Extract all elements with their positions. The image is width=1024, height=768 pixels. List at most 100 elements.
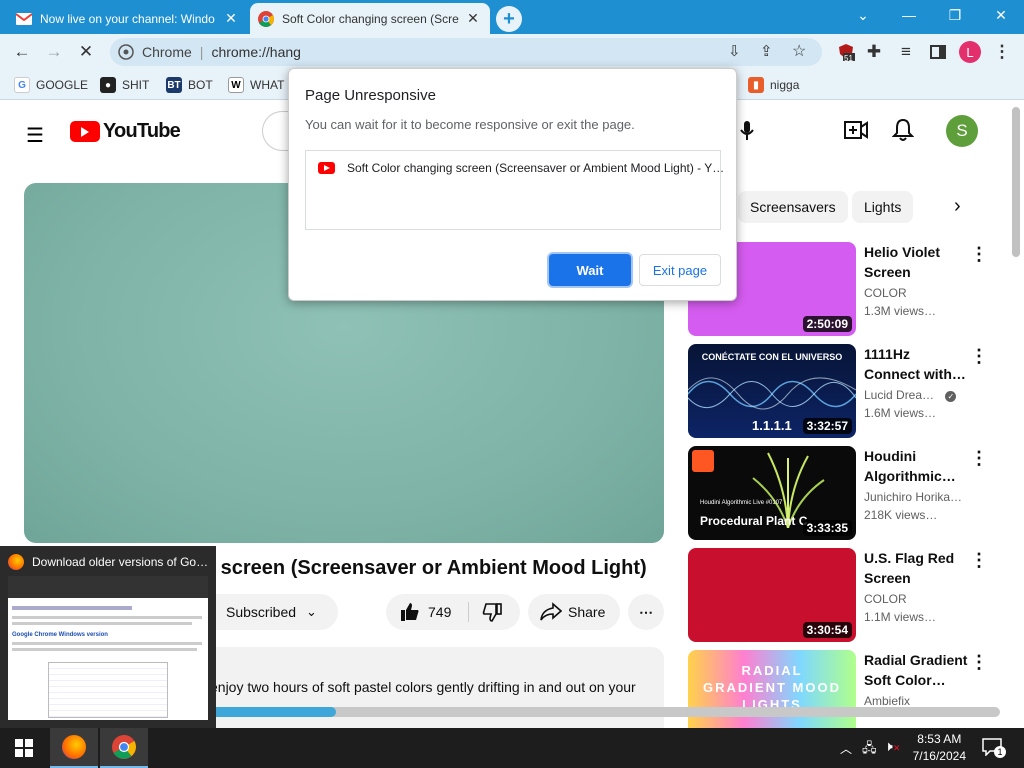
extension-badge: 51: [844, 54, 853, 63]
page-scrollbar[interactable]: [1012, 107, 1020, 257]
subscribed-button[interactable]: Subscribed ⌄: [196, 594, 338, 630]
forward-button[interactable]: →: [42, 40, 66, 64]
dialog-subtitle: You can wait for it to become responsive…: [305, 117, 635, 132]
tab-search-icon[interactable]: ⌄: [840, 0, 886, 30]
install-icon[interactable]: ⇩: [728, 42, 741, 60]
chrome-icon: [112, 735, 136, 759]
taskbar-firefox[interactable]: [50, 728, 98, 768]
windows-start-icon[interactable]: [0, 728, 48, 768]
firefox-icon: [62, 735, 86, 759]
more-actions-button[interactable]: ⋯: [628, 594, 664, 630]
view-count: 1.6M views…: [864, 406, 937, 420]
extensions-puzzle-icon[interactable]: ✚: [862, 40, 886, 64]
back-button[interactable]: ←: [10, 40, 34, 64]
reload-stop-button[interactable]: ✕: [74, 40, 98, 64]
channel-name: Lucid Drea… ✓: [864, 388, 957, 402]
dialog-title: Page Unresponsive: [305, 87, 436, 104]
extension-shield-icon[interactable]: 51: [834, 40, 858, 64]
hamburger-menu-icon[interactable]: ☰: [26, 123, 46, 148]
close-window-button[interactable]: ✕: [978, 0, 1024, 30]
notifications-bell-icon[interactable]: [891, 118, 915, 147]
youtube-logo[interactable]: YouTube: [70, 120, 181, 143]
duration-badge: 3:30:54: [802, 622, 852, 638]
share-button[interactable]: Share: [528, 594, 620, 630]
side-panel-icon[interactable]: [926, 40, 950, 64]
address-bar[interactable]: Chrome | chrome://hang ⇩ ⇪ ☆: [110, 38, 822, 66]
recommendation-card[interactable]: Houdini Algorithmic Live #0107 Procedura…: [688, 446, 1008, 540]
page-unresponsive-dialog: Page Unresponsive You can wait for it to…: [288, 68, 737, 301]
recommendation-card[interactable]: 3:30:54 U.S. Flag Red Screen COLOR 1.1M v…: [688, 548, 1008, 642]
taskbar-thumbnail-preview[interactable]: Download older versions of Go… Google Ch…: [0, 546, 216, 728]
bookmark-star-icon[interactable]: ☆: [792, 41, 806, 61]
more-actions-icon[interactable]: ⋮: [970, 244, 988, 265]
video-title: Houdini Algorithmic…: [864, 448, 956, 484]
profile-initial: L: [959, 41, 981, 63]
create-video-icon[interactable]: [844, 119, 868, 146]
bookmark-site-icon: ●: [100, 77, 116, 93]
youtube-play-icon: [318, 162, 335, 174]
close-tab-icon[interactable]: ✕: [222, 10, 240, 28]
thumbs-up-icon[interactable]: [400, 602, 420, 625]
bookmark-label: SHIT: [122, 78, 150, 92]
exit-page-button[interactable]: Exit page: [639, 254, 721, 286]
share-icon[interactable]: ⇪: [760, 42, 773, 60]
system-clock[interactable]: 8:53 AM 7/16/2024: [913, 731, 966, 765]
bookmark-google[interactable]: G GOOGLE: [14, 77, 88, 93]
houdini-logo-icon: [692, 450, 714, 472]
volume-muted-icon[interactable]: 🕨✕: [884, 738, 900, 755]
network-icon[interactable]: 🖧: [862, 739, 877, 761]
thumb-number: 1.1.1.1: [752, 418, 792, 433]
video-thumbnail: CONÉCTATE CON EL UNIVERSO 1.1.1.1 3:32:5…: [688, 344, 856, 438]
chip-lights[interactable]: Lights: [852, 191, 914, 223]
divider: [468, 602, 469, 622]
tab-strip: Now live on your channel: Windo ✕ Soft C…: [0, 0, 1024, 34]
duration-badge: 3:33:35: [802, 520, 852, 536]
show-hidden-icons-chevron-icon[interactable]: ︿: [840, 740, 852, 757]
preview-header: Download older versions of Go…: [8, 554, 208, 570]
recommendation-card[interactable]: CONÉCTATE CON EL UNIVERSO 1.1.1.1 3:32:5…: [688, 344, 1008, 438]
media-queue-icon[interactable]: ≡: [894, 40, 918, 64]
more-actions-icon[interactable]: ⋮: [970, 550, 988, 571]
thumb-caption: Procedural Plant C: [700, 514, 808, 528]
share-label: Share: [568, 604, 606, 620]
taskbar-chrome[interactable]: [100, 728, 148, 768]
view-count: 1.3M views…: [864, 304, 937, 318]
close-tab-icon[interactable]: ✕: [464, 10, 482, 28]
verified-icon: ✓: [945, 391, 957, 402]
account-avatar[interactable]: S: [946, 115, 978, 147]
video-title: 1111Hz Connect with…: [864, 346, 966, 382]
chevron-down-icon: ⌄: [306, 604, 317, 619]
tab-youtube-video[interactable]: Soft Color changing screen (Scre ✕: [250, 3, 490, 34]
tab-title: Now live on your channel: Windo: [40, 11, 215, 26]
new-tab-button[interactable]: +: [496, 6, 522, 32]
more-actions-icon[interactable]: ⋮: [970, 652, 988, 673]
bookmark-bot[interactable]: BT BOT: [166, 77, 213, 93]
bookmark-what[interactable]: W WHAT: [228, 77, 284, 93]
more-actions-icon[interactable]: ⋮: [970, 448, 988, 469]
wikipedia-icon: W: [228, 77, 244, 93]
like-dislike-group: 749: [386, 594, 520, 630]
bookmark-label: nigga: [770, 78, 800, 92]
chip-screensavers[interactable]: Screensavers: [738, 191, 848, 223]
firefox-icon: [8, 554, 24, 570]
bookmark-last[interactable]: ▮ nigga: [748, 77, 799, 93]
more-actions-icon[interactable]: ⋮: [970, 346, 988, 367]
thumbs-down-icon[interactable]: [482, 602, 502, 625]
bookmark-shit[interactable]: ● SHIT: [100, 77, 149, 93]
tab-gmail[interactable]: Now live on your channel: Windo ✕: [8, 3, 248, 34]
video-thumbnail: Houdini Algorithmic Live #0107 Procedura…: [688, 446, 856, 540]
restore-button[interactable]: ❐: [932, 0, 978, 30]
notification-center-icon[interactable]: 1: [982, 738, 1006, 761]
thumb-subcaption: Houdini Algorithmic Live #0107: [700, 500, 783, 506]
chevron-right-icon[interactable]: ›: [954, 195, 961, 218]
wait-button[interactable]: Wait: [549, 254, 631, 286]
minimize-button[interactable]: —: [886, 0, 932, 30]
youtube-play-icon: [70, 121, 100, 142]
video-title: Radial Gradient Soft Color…: [864, 652, 968, 688]
duration-badge: 2:50:09: [802, 316, 852, 332]
list-item: Soft Color changing screen (Screensaver …: [318, 161, 724, 175]
profile-avatar[interactable]: L: [958, 40, 982, 64]
video-title: Helio Violet Screen: [864, 244, 940, 280]
menu-kebab-icon[interactable]: ⋮: [990, 40, 1014, 64]
channel-name: COLOR: [864, 286, 907, 300]
